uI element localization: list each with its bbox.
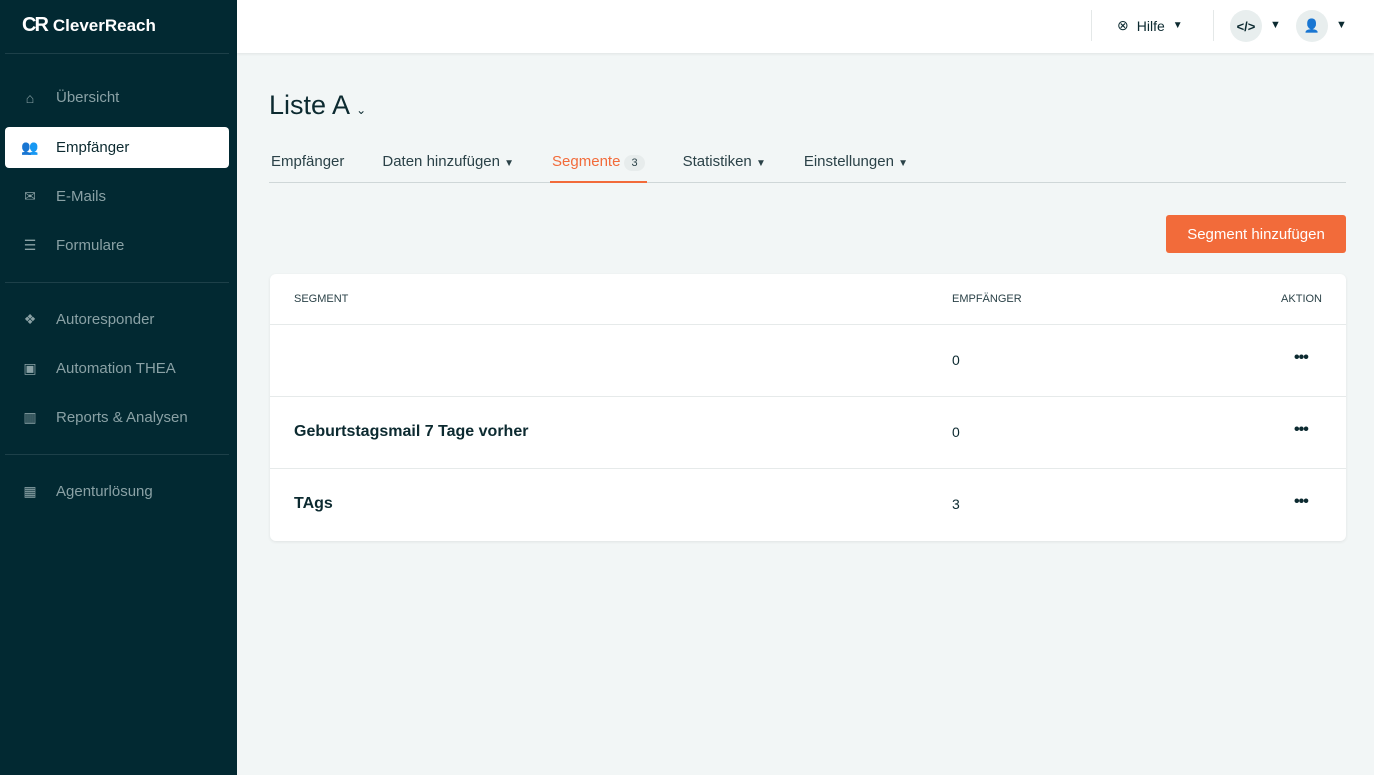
recipient-count: 3 — [952, 496, 960, 512]
chevron-down-icon[interactable]: ▼ — [1336, 19, 1347, 31]
tab-daten-hinzufuegen[interactable]: Daten hinzufügen ▼ — [380, 147, 516, 183]
tabs: Empfänger Daten hinzufügen ▼ Segmente 3 S… — [269, 147, 1346, 183]
divider — [5, 53, 229, 54]
help-menu[interactable]: ⊗ Hilfe ▼ — [1117, 17, 1183, 34]
more-actions-icon[interactable]: ••• — [1294, 349, 1309, 367]
tab-einstellungen[interactable]: Einstellungen ▼ — [802, 147, 910, 183]
add-segment-button[interactable]: Segment hinzufügen — [1166, 215, 1346, 253]
divider — [1091, 10, 1092, 41]
divider — [5, 454, 229, 455]
sidebar-item-automation[interactable]: ▣ Automation THEA — [5, 348, 229, 389]
sidebar-item-uebersicht[interactable]: ⌂ Übersicht — [5, 77, 229, 118]
chevron-down-icon[interactable]: ▼ — [1270, 19, 1281, 31]
chevron-down-icon: ▼ — [504, 158, 515, 169]
table-row[interactable]: TAgs 3 ••• — [270, 468, 1346, 540]
column-header-empfaenger: EMPFÄNGER — [952, 293, 1022, 305]
chevron-down-icon: ▼ — [1172, 20, 1183, 31]
count-badge: 3 — [624, 155, 645, 171]
sidebar-item-reports[interactable]: ▥ Reports & Analysen — [5, 397, 229, 438]
segments-table: SEGMENT EMPFÄNGER AKTION 0 ••• Geburtsta… — [270, 274, 1346, 541]
grid-icon: ▦ — [23, 483, 37, 499]
form-icon: ☰ — [23, 237, 37, 253]
more-actions-icon[interactable]: ••• — [1294, 493, 1309, 511]
chevron-down-icon: ⌄ — [356, 103, 367, 117]
chevron-down-icon: ▼ — [755, 158, 766, 169]
topbar: ⊗ Hilfe ▼ </> ▼ 👤 ▼ — [237, 0, 1374, 53]
column-header-segment: SEGMENT — [294, 293, 349, 305]
segment-name[interactable]: TAgs — [294, 495, 333, 513]
table-row[interactable]: 0 ••• — [270, 324, 1346, 396]
home-icon: ⌂ — [25, 89, 35, 106]
table-row[interactable]: Geburtstagsmail 7 Tage vorher 0 ••• — [270, 396, 1346, 468]
sidebar: CR CleverReach ⌂ Übersicht 👥 Empfänger ✉ E-M… — [0, 0, 237, 775]
chart-icon: ▥ — [23, 409, 37, 425]
users-icon: 👥 — [21, 139, 39, 155]
divider — [1213, 10, 1214, 41]
code-icon[interactable]: </> — [1230, 10, 1262, 42]
sidebar-item-emails[interactable]: ✉ E-Mails — [5, 176, 229, 217]
logo[interactable]: CR CleverReach — [22, 14, 156, 37]
recipient-count: 0 — [952, 352, 960, 368]
sidebar-item-agenturloesung[interactable]: ▦ Agenturlösung — [5, 471, 229, 512]
sidebar-item-empfaenger[interactable]: 👥 Empfänger — [5, 127, 229, 168]
tab-segmente[interactable]: Segmente 3 — [550, 147, 647, 183]
divider — [5, 282, 229, 283]
lifebuoy-icon: ⊗ — [1117, 17, 1129, 33]
user-avatar-icon[interactable]: 👤 — [1296, 10, 1328, 42]
cubes-icon: ❖ — [23, 311, 37, 327]
segment-name[interactable]: Geburtstagsmail 7 Tage vorher — [294, 423, 528, 441]
page-title[interactable]: Liste A ⌄ — [269, 90, 366, 121]
logo-mark-icon: CR — [22, 14, 49, 36]
tab-empfaenger[interactable]: Empfänger — [269, 147, 346, 183]
chevron-down-icon: ▼ — [898, 158, 908, 169]
more-actions-icon[interactable]: ••• — [1294, 421, 1309, 439]
robot-icon: ▣ — [23, 360, 37, 376]
tab-statistiken[interactable]: Statistiken ▼ — [681, 147, 768, 183]
sidebar-item-formulare[interactable]: ☰ Formulare — [5, 225, 229, 266]
envelope-icon: ✉ — [24, 188, 36, 204]
column-header-aktion: AKTION — [1281, 293, 1322, 305]
sidebar-item-autoresponder[interactable]: ❖ Autoresponder — [5, 299, 229, 340]
recipient-count: 0 — [952, 424, 960, 440]
